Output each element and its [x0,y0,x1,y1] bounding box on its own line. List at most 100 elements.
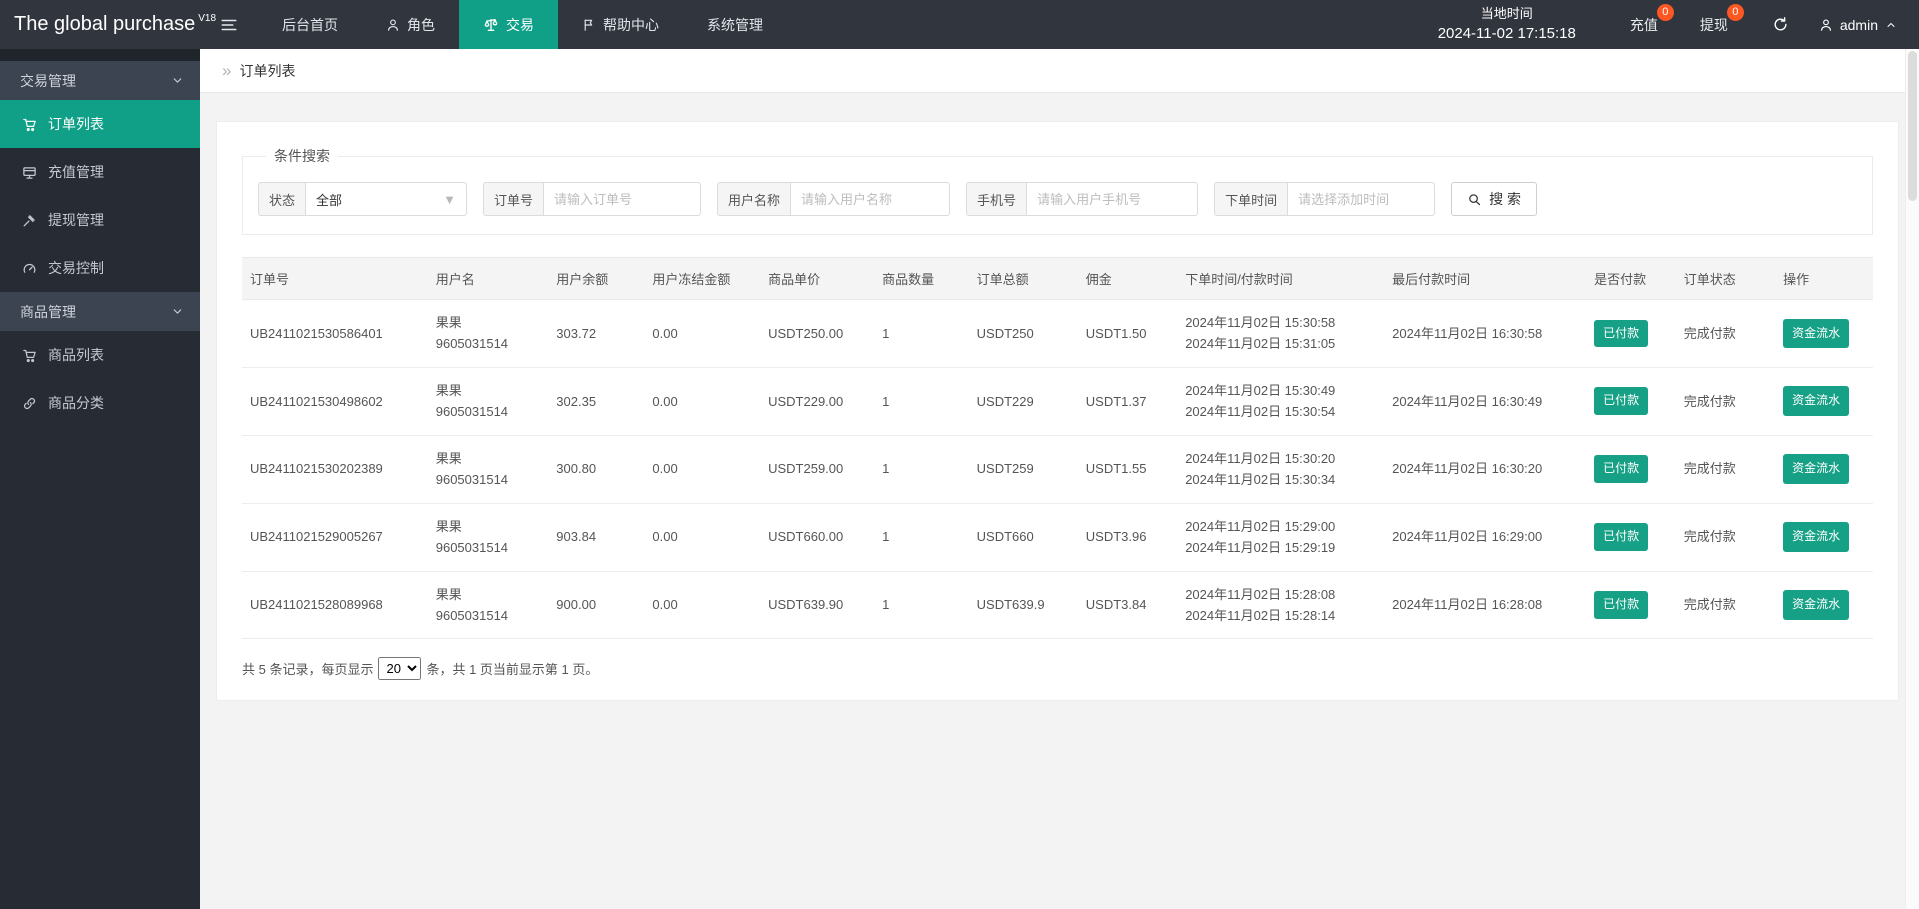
gauge-icon [23,263,36,273]
sidebar-item-order-list[interactable]: 订单列表 [0,100,200,148]
sidebar-item-withdraw[interactable]: 提现管理 [0,196,200,244]
cell-last-pay-time: 2024年11月02日 16:30:58 [1384,299,1587,368]
cell-quantity: 1 [874,299,969,368]
cell-paid: 已付款 [1586,367,1676,436]
sidebar-item-label: 商品列表 [48,347,104,363]
refresh-button[interactable] [1756,16,1805,33]
order-time-text: 2024年11月02日 15:29:00 [1185,518,1336,534]
admin-name: admin [1839,16,1878,33]
pagination: 共 5 条记录，每页显示 20 条，共 1 页当前显示第 1 页。 [242,657,1873,681]
topbar: The global purchase V18 后台首页 角色 交易 帮助中心 … [0,0,1919,49]
sidebar-group-goods[interactable]: 商品管理 [0,292,200,331]
paid-status-badge: 已付款 [1594,523,1649,551]
user-id-text: 9605031514 [435,404,509,420]
flag-icon [584,18,593,31]
pay-time-text: 2024年11月02日 15:29:19 [1185,540,1336,556]
nav-item-home[interactable]: 后台首页 [258,0,362,49]
cell-times: 2024年11月02日 15:29:00 2024年11月02日 15:29:1… [1177,503,1385,572]
sidebar: 交易管理 订单列表 充值管理 提现管理 交易控制 商品管理 商品列表 商品分类 [0,49,200,909]
pay-time-text: 2024年11月02日 15:31:05 [1185,336,1336,352]
user-name-text: 果果 [435,586,462,602]
cell-balance: 903.84 [548,503,645,572]
nav-item-trade[interactable]: 交易 [459,0,558,49]
order-time-filter: 下单时间 [1214,182,1436,216]
sidebar-item-label: 提现管理 [48,212,104,228]
col-header-paid: 是否付款 [1586,257,1676,300]
search-button[interactable]: 搜 索 [1451,182,1537,216]
link-icon [23,397,36,409]
scrollbar-thumb[interactable] [1908,51,1917,201]
sidebar-toggle-button[interactable] [200,0,258,49]
col-header-order-time: 下单时间/付款时间 [1177,257,1385,300]
cell-unit-price: USDT639.90 [760,571,875,640]
sidebar-item-goods-category[interactable]: 商品分类 [0,379,200,427]
cell-user: 果果 9605031514 [427,299,549,368]
order-time-text: 2024年11月02日 15:30:49 [1185,382,1336,398]
pay-time-text: 2024年11月02日 15:30:34 [1185,472,1336,488]
cell-order-no: UB2411021529005267 [242,503,428,572]
recharge-icon [23,166,36,179]
cart-icon [23,118,36,131]
nav-label: 后台首页 [282,16,338,33]
cell-balance: 303.72 [548,299,645,368]
cell-action: 资金流水 [1775,503,1873,572]
table-row: UB2411021530586401 果果 9605031514 303.72 … [242,299,1873,368]
scrollbar[interactable] [1905,49,1919,909]
nav-item-system[interactable]: 系统管理 [683,0,787,49]
status-select[interactable]: 全部 ▼ [305,182,468,216]
paid-status-badge: 已付款 [1594,319,1649,348]
withdraw-link[interactable]: 提现 0 [1686,3,1744,35]
sidebar-group-trade[interactable]: 交易管理 [0,61,200,100]
fund-flow-button[interactable]: 资金流水 [1783,454,1850,485]
top-nav: 后台首页 角色 交易 帮助中心 系统管理 [258,0,787,49]
cell-commission: USDT3.96 [1077,503,1178,572]
order-time-text: 2024年11月02日 15:30:20 [1185,450,1336,466]
cell-frozen: 0.00 [644,503,761,572]
app-logo: The global purchase V18 [0,0,216,49]
status-label: 状态 [258,182,306,216]
phone-input[interactable] [1026,182,1199,216]
cell-unit-price: USDT250.00 [760,299,875,368]
paid-status-badge: 已付款 [1594,591,1649,619]
cell-times: 2024年11月02日 15:30:20 2024年11月02日 15:30:3… [1177,435,1385,504]
breadcrumb: » 订单列表 [200,49,1919,93]
cell-order-no: UB2411021528089968 [242,571,428,640]
nav-item-help[interactable]: 帮助中心 [558,0,683,49]
col-header-commission: 佣金 [1077,257,1178,300]
sidebar-item-recharge[interactable]: 充值管理 [0,148,200,196]
fund-flow-button[interactable]: 资金流水 [1783,386,1850,417]
pagination-suffix: 条，共 1 页当前显示第 1 页。 [426,662,599,678]
cell-paid: 已付款 [1586,503,1676,572]
sidebar-item-goods-list[interactable]: 商品列表 [0,331,200,379]
page-size-select[interactable]: 20 [378,657,422,681]
nav-item-roles[interactable]: 角色 [362,0,459,49]
search-fieldset: 条件搜索 状态 全部 ▼ 订单号 请输入订单号 用户名称 请输入用户名称 手机号… [242,146,1873,235]
user-name-filter: 用户名称 [717,182,951,216]
fund-flow-button[interactable]: 资金流水 [1783,522,1850,552]
cell-action: 资金流水 [1775,367,1873,436]
recharge-link[interactable]: 充值 0 [1616,3,1674,35]
refresh-icon [1774,17,1787,31]
col-header-status: 订单状态 [1675,257,1776,300]
sidebar-group-label: 交易管理 [20,72,76,89]
admin-menu[interactable]: admin [1805,17,1919,33]
sidebar-item-trade-control[interactable]: 交易控制 [0,244,200,292]
cell-order-status: 完成付款 [1675,367,1776,436]
breadcrumb-arrows-icon: » [222,60,232,80]
fund-flow-button[interactable]: 资金流水 [1783,590,1850,620]
order-time-input[interactable] [1287,182,1436,216]
cell-balance: 302.35 [548,367,645,436]
fund-flow-button[interactable]: 资金流水 [1783,318,1850,349]
user-name-input[interactable] [790,182,951,216]
sidebar-item-label: 订单列表 [48,116,104,132]
nav-label: 帮助中心 [603,16,659,33]
nav-label: 系统管理 [707,16,763,33]
order-no-input[interactable] [543,182,702,216]
cell-action: 资金流水 [1775,571,1873,640]
order-time-text: 2024年11月02日 15:30:58 [1185,315,1336,330]
sidebar-group-label: 商品管理 [20,303,76,320]
hamburger-icon [221,19,237,30]
phone-filter: 手机号 [966,182,1199,216]
user-name-text: 果果 [435,315,462,330]
col-header-unit-price: 商品单价 [760,257,875,300]
